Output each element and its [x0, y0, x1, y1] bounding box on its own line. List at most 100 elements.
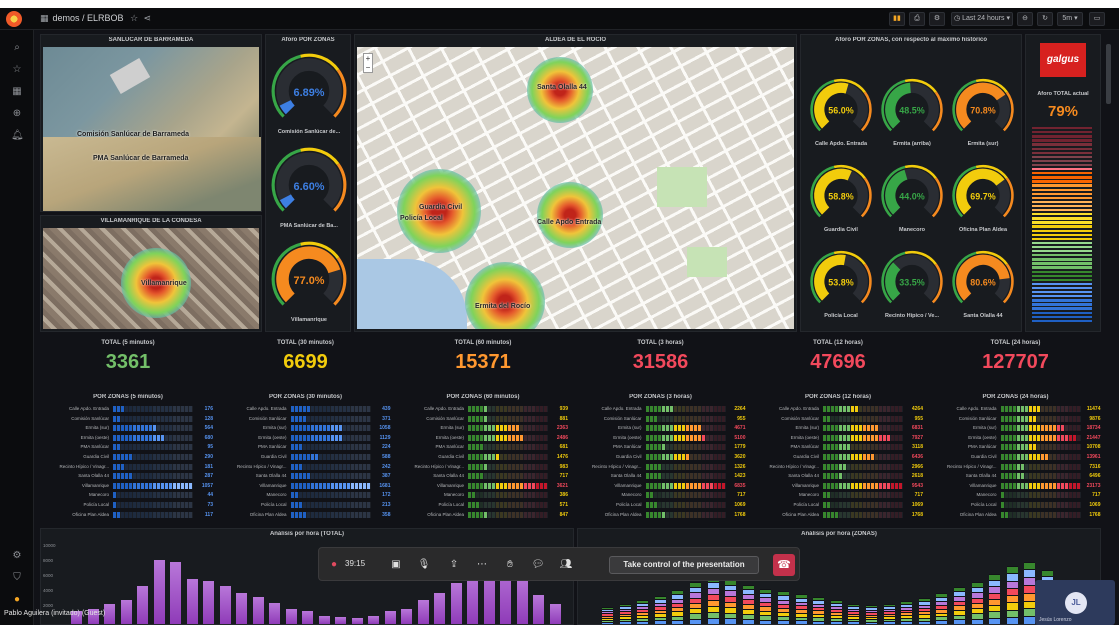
aerial-map-sanlucar-panel[interactable]: SANLÚCAR DE BARRAMEDA Comisión Sanlúcar … — [40, 34, 262, 212]
more-options-icon[interactable]: ⋯ — [475, 558, 489, 572]
zone-bar-segment — [472, 425, 475, 432]
zone-label: Recinto Hípico / Vinagr... — [414, 463, 464, 469]
settings-gear-icon[interactable]: ⚙ — [929, 12, 945, 26]
total-stat-panel[interactable]: TOTAL (12 horas) 47696 — [750, 336, 926, 386]
zone-bar-segment — [859, 434, 862, 441]
share-icon[interactable]: ⋖ — [144, 13, 152, 23]
dashboards-icon[interactable]: ▦ — [11, 86, 23, 98]
search-icon[interactable]: ⌕ — [11, 42, 23, 54]
camera-off-icon[interactable]: ▣ — [389, 558, 403, 572]
zone-bargauge-panel[interactable]: POR ZONAS (30 minutos) Calle Apdo. Entrad… — [217, 388, 394, 525]
zone-bar — [645, 482, 726, 489]
gauge[interactable]: 53.8% Policía Local — [809, 247, 873, 325]
gauges-por-zonas-panel[interactable]: Aforo POR ZONAS 6.89% Comisión Sanlúcar d… — [265, 34, 351, 332]
aerial-photo[interactable]: Comisión Sanlúcar de Barrameda PMA Sanlú… — [43, 47, 261, 211]
gauge[interactable]: 80.6% Santa Olalla 44 — [951, 247, 1015, 325]
take-control-button[interactable]: Take control of the presentation — [609, 556, 759, 574]
map-zoom-control[interactable]: + − — [363, 53, 373, 73]
star-icon[interactable]: ☆ — [130, 13, 138, 23]
zone-bargauge-panel[interactable]: POR ZONAS (3 horas) Calle Apdo. Entrada 22… — [572, 388, 749, 525]
total-stat-panel[interactable]: TOTAL (60 minutos) 15371 — [395, 336, 571, 386]
grafana-logo-icon[interactable] — [6, 11, 22, 27]
tv-mode-icon[interactable]: ▭ — [1089, 12, 1105, 26]
gauge[interactable]: 33.5% Recinto Hípico / Ve... — [880, 247, 944, 325]
zone-bar-segment — [1024, 454, 1028, 460]
aforo-total-segment — [1032, 204, 1092, 208]
zone-bargauge-panel[interactable]: POR ZONAS (24 horas) Calle Apdo. Entrada 1… — [927, 388, 1104, 525]
zone-bar-segment — [532, 473, 535, 480]
zone-bar-segment — [322, 454, 326, 460]
zone-bar-segment — [137, 502, 140, 508]
user-avatar-icon[interactable]: ● — [11, 594, 23, 606]
zone-bar-segment — [855, 482, 858, 489]
zone-bar-segment — [835, 502, 838, 508]
zone-bar-segment — [121, 482, 124, 489]
zone-bar-segment — [173, 482, 176, 489]
gauge[interactable]: 48.5% Ermita (arriba) — [880, 75, 944, 153]
total-stat-panel[interactable]: TOTAL (5 minutos) 3361 — [40, 336, 216, 386]
aerial-photo[interactable]: Villamanrique — [43, 228, 259, 329]
gauge[interactable]: 44.0% Manecoro — [880, 161, 944, 239]
zone-bargauge-panel[interactable]: POR ZONAS (60 minutos) Calle Apdo. Entrad… — [395, 388, 571, 525]
gauge[interactable]: 69.7% Oficina Plan Aldea — [951, 161, 1015, 239]
zone-bar-segment — [516, 482, 519, 489]
mic-off-icon[interactable]: 🎙︎ — [417, 558, 431, 572]
save-dashboard-icon[interactable]: ⎙ — [909, 12, 925, 26]
participants-icon[interactable]: 👥︎ — [559, 558, 573, 572]
zone-row: PMA Sanlúcar 681 — [396, 444, 570, 451]
chat-icon[interactable]: 💬︎ — [531, 558, 545, 572]
zone-bargauge-panel[interactable]: POR ZONAS (5 minutos) Calle Apdo. Entrada… — [40, 388, 216, 525]
zone-bar-segment — [488, 502, 491, 508]
zone-label: Santa Olalla 44 — [610, 473, 642, 479]
gauge[interactable]: 6.60% PMA Sanlúcar de Ba... — [270, 143, 348, 235]
hang-up-button[interactable]: ☎ — [773, 554, 795, 576]
gauge[interactable]: 56.0% Calle Apdo. Entrada — [809, 75, 873, 153]
zone-bar-segment — [875, 473, 878, 480]
zone-bar-segment — [891, 482, 894, 489]
gauge[interactable]: 77.0% Villamanrique — [270, 237, 348, 329]
total-stat-panel[interactable]: TOTAL (30 minutos) 6699 — [217, 336, 394, 386]
zone-bar-segment — [847, 434, 850, 441]
zone-bar-segment — [835, 406, 838, 412]
gauge[interactable]: 70.8% Ermita (sur) — [951, 75, 1015, 153]
zone-bar-segment — [137, 454, 140, 460]
breadcrumb[interactable]: ▦ demos / ELRBOB ☆ ⋖ — [40, 13, 151, 24]
gauges-maximo-historico-panel[interactable]: Aforo POR ZONAS, con respecto al máximo … — [800, 34, 1022, 332]
zoom-out-icon[interactable]: ⊖ — [1017, 12, 1033, 26]
shield-icon[interactable]: ⛉ — [11, 572, 23, 584]
participant-tile[interactable]: JL Jesús Lorenzo — [1035, 580, 1115, 625]
zone-bar-segment — [653, 425, 657, 432]
zone-bar-segment — [484, 444, 487, 451]
zone-bar-segment — [306, 502, 310, 508]
zone-bar-segment — [480, 425, 483, 432]
aforo-total-panel[interactable]: galgus Aforo TOTAL actual 79% — [1025, 34, 1101, 332]
zone-bar-segment — [141, 463, 144, 470]
alerting-bell-icon[interactable]: 🔔︎ — [11, 130, 24, 142]
raise-hand-icon[interactable]: ✋︎ — [503, 558, 517, 572]
street-map-rocio-panel[interactable]: ALDEA DE EL ROCÍO + − Santa Olalla 44 Gua… — [354, 34, 797, 332]
starred-icon[interactable]: ☆ — [11, 64, 23, 76]
refresh-button[interactable]: ↻ — [1037, 12, 1053, 26]
explore-icon[interactable]: ⊕ — [11, 108, 23, 120]
street-map[interactable]: + − Santa Olalla 44 Guardia Civil Policía… — [357, 47, 794, 329]
dashboard-title[interactable]: demos / ELRBOB — [53, 13, 124, 23]
zone-bar-segment — [1056, 406, 1060, 412]
zone-bar-segment — [685, 444, 689, 451]
stacked-chart-bar — [1006, 566, 1018, 624]
zone-bar-segment — [887, 482, 890, 489]
zone-bar — [1000, 492, 1081, 499]
total-stat-panel[interactable]: TOTAL (24 horas) 127707 — [927, 336, 1104, 386]
add-panel-button[interactable]: ▮▮ — [889, 12, 905, 26]
gauge[interactable]: 58.8% Guardia Civil — [809, 161, 873, 239]
zone-bargauge-panel[interactable]: POR ZONAS (12 horas) Calle Apdo. Entrada 4… — [750, 388, 926, 525]
stack-segment — [954, 619, 965, 624]
share-screen-icon[interactable]: ⇪ — [447, 558, 461, 572]
time-range-picker[interactable]: ◷ Last 24 hours ▾ — [951, 12, 1013, 26]
scrollbar[interactable] — [1106, 44, 1111, 104]
admin-settings-icon[interactable]: ⚙ — [11, 550, 23, 562]
zone-label: Recinto Hípico / Vinagr... — [592, 463, 642, 469]
aerial-map-villamanrique-panel[interactable]: VILLAMANRIQUE DE LA CONDESA Villamanriqu… — [40, 215, 262, 332]
gauge[interactable]: 6.89% Comisión Sanlúcar de... — [270, 49, 348, 141]
refresh-interval-select[interactable]: 5m ▾ — [1057, 12, 1083, 26]
total-stat-panel[interactable]: TOTAL (3 horas) 31586 — [572, 336, 749, 386]
